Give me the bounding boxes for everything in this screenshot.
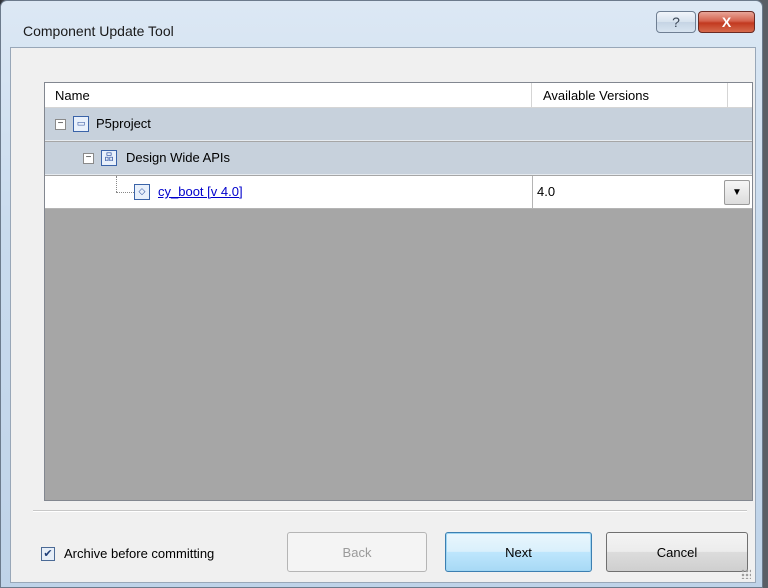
next-button-label: Next bbox=[505, 544, 532, 560]
archive-option[interactable]: ✔ Archive before committing bbox=[41, 546, 214, 561]
component-tree-list: Name Available Versions − ▭ P5project − … bbox=[44, 82, 753, 501]
version-cell[interactable]: 4.0 ▼ bbox=[532, 176, 752, 209]
dialog-window: Component Update Tool ? X Name Available… bbox=[0, 0, 763, 588]
back-button[interactable]: Back bbox=[287, 532, 427, 572]
close-icon: X bbox=[721, 14, 732, 30]
collapse-toggle[interactable]: − bbox=[83, 153, 94, 164]
tree-row-component[interactable]: ◇ cy_boot [v 4.0] 4.0 ▼ bbox=[45, 176, 752, 209]
title-bar: Component Update Tool ? X bbox=[1, 1, 762, 45]
back-button-label: Back bbox=[342, 544, 372, 560]
component-icon: ◇ bbox=[134, 184, 150, 200]
window-title: Component Update Tool bbox=[23, 23, 174, 39]
tree-label-design-wide-apis: Design Wide APIs bbox=[126, 150, 231, 165]
archive-checkbox[interactable]: ✔ bbox=[41, 546, 55, 561]
dialog-client-area: Name Available Versions − ▭ P5project − … bbox=[10, 47, 756, 583]
footer-separator bbox=[33, 510, 747, 512]
component-link[interactable]: cy_boot [v 4.0] bbox=[158, 184, 243, 199]
tree-row-project[interactable]: − ▭ P5project bbox=[45, 108, 752, 141]
tree-connector bbox=[116, 192, 134, 193]
project-icon: ▭ bbox=[73, 116, 89, 132]
help-button[interactable]: ? bbox=[656, 11, 696, 33]
tree-row-design-wide-apis[interactable]: − 品 Design Wide APIs bbox=[45, 142, 752, 175]
resize-grip-icon[interactable] bbox=[741, 569, 751, 579]
close-button[interactable]: X bbox=[698, 11, 755, 33]
column-header-available-versions[interactable]: Available Versions bbox=[533, 83, 728, 108]
version-dropdown-button[interactable]: ▼ bbox=[724, 180, 750, 205]
archive-label: Archive before committing bbox=[64, 546, 215, 561]
list-header: Name Available Versions bbox=[45, 83, 752, 108]
next-button[interactable]: Next bbox=[445, 532, 592, 572]
chevron-down-icon: ▼ bbox=[732, 187, 742, 198]
tree-connector bbox=[116, 176, 117, 192]
schematic-icon: 品 bbox=[101, 150, 117, 166]
column-header-name[interactable]: Name bbox=[45, 83, 532, 108]
cancel-button-label: Cancel bbox=[656, 544, 698, 560]
tree-label-project: P5project bbox=[96, 116, 151, 131]
version-value: 4.0 bbox=[537, 184, 556, 199]
cancel-button[interactable]: Cancel bbox=[606, 532, 748, 572]
collapse-toggle[interactable]: − bbox=[55, 119, 66, 130]
help-icon: ? bbox=[672, 14, 680, 30]
